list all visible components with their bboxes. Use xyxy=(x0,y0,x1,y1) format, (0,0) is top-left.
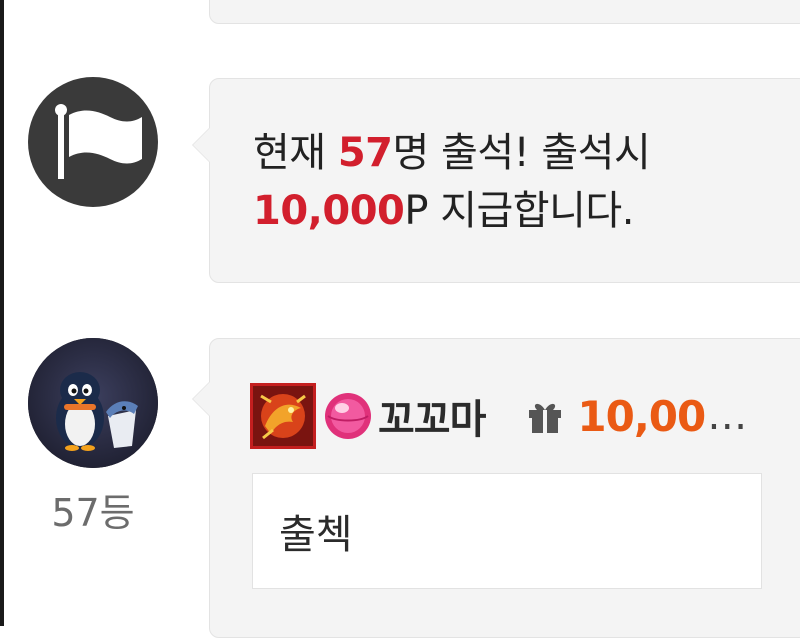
speech-bubble-tail xyxy=(192,127,210,163)
comment-body: 출첵 xyxy=(252,473,762,589)
reward-points: 10,000 xyxy=(253,188,405,234)
points-ellipsis: … xyxy=(707,393,748,439)
notice-line1-suffix: 명 출석! 출석시 xyxy=(392,130,651,176)
attendance-rank: 57등 xyxy=(51,491,135,535)
penguin-avatar xyxy=(28,338,158,468)
comment-author-line: 꼬꼬마 10,00 … xyxy=(250,383,747,449)
attendance-notice-card: 현재 57명 출석! 출석시 10,000P 지급합니다. xyxy=(192,78,800,283)
notice-line-2: 10,000P 지급합니다. xyxy=(253,182,650,240)
notice-line2-suffix: P 지급합니다. xyxy=(404,188,634,234)
dragon-badge-icon xyxy=(250,383,316,449)
author-nickname[interactable]: 꼬꼬마 xyxy=(378,387,486,445)
user-avatar[interactable] xyxy=(28,338,158,468)
attendance-notice-text: 현재 57명 출석! 출석시 10,000P 지급합니다. xyxy=(253,124,651,240)
attendance-count: 57 xyxy=(337,130,393,176)
notice-prefix: 현재 xyxy=(253,130,338,176)
window-left-border xyxy=(0,0,4,626)
speech-bubble-tail xyxy=(192,381,210,417)
comment-card: 꼬꼬마 10,00 … 출첵 xyxy=(192,338,800,638)
pink-orb-badge-icon xyxy=(325,393,371,439)
comment-text: 출첵 xyxy=(279,512,353,558)
flag-icon xyxy=(55,104,142,179)
gift-icon xyxy=(529,403,562,433)
gift-points: 10,00 xyxy=(577,391,706,441)
notice-line-1: 현재 57명 출석! 출석시 xyxy=(253,124,651,182)
previous-comment-card xyxy=(209,0,800,24)
attendance-avatar xyxy=(28,77,158,207)
